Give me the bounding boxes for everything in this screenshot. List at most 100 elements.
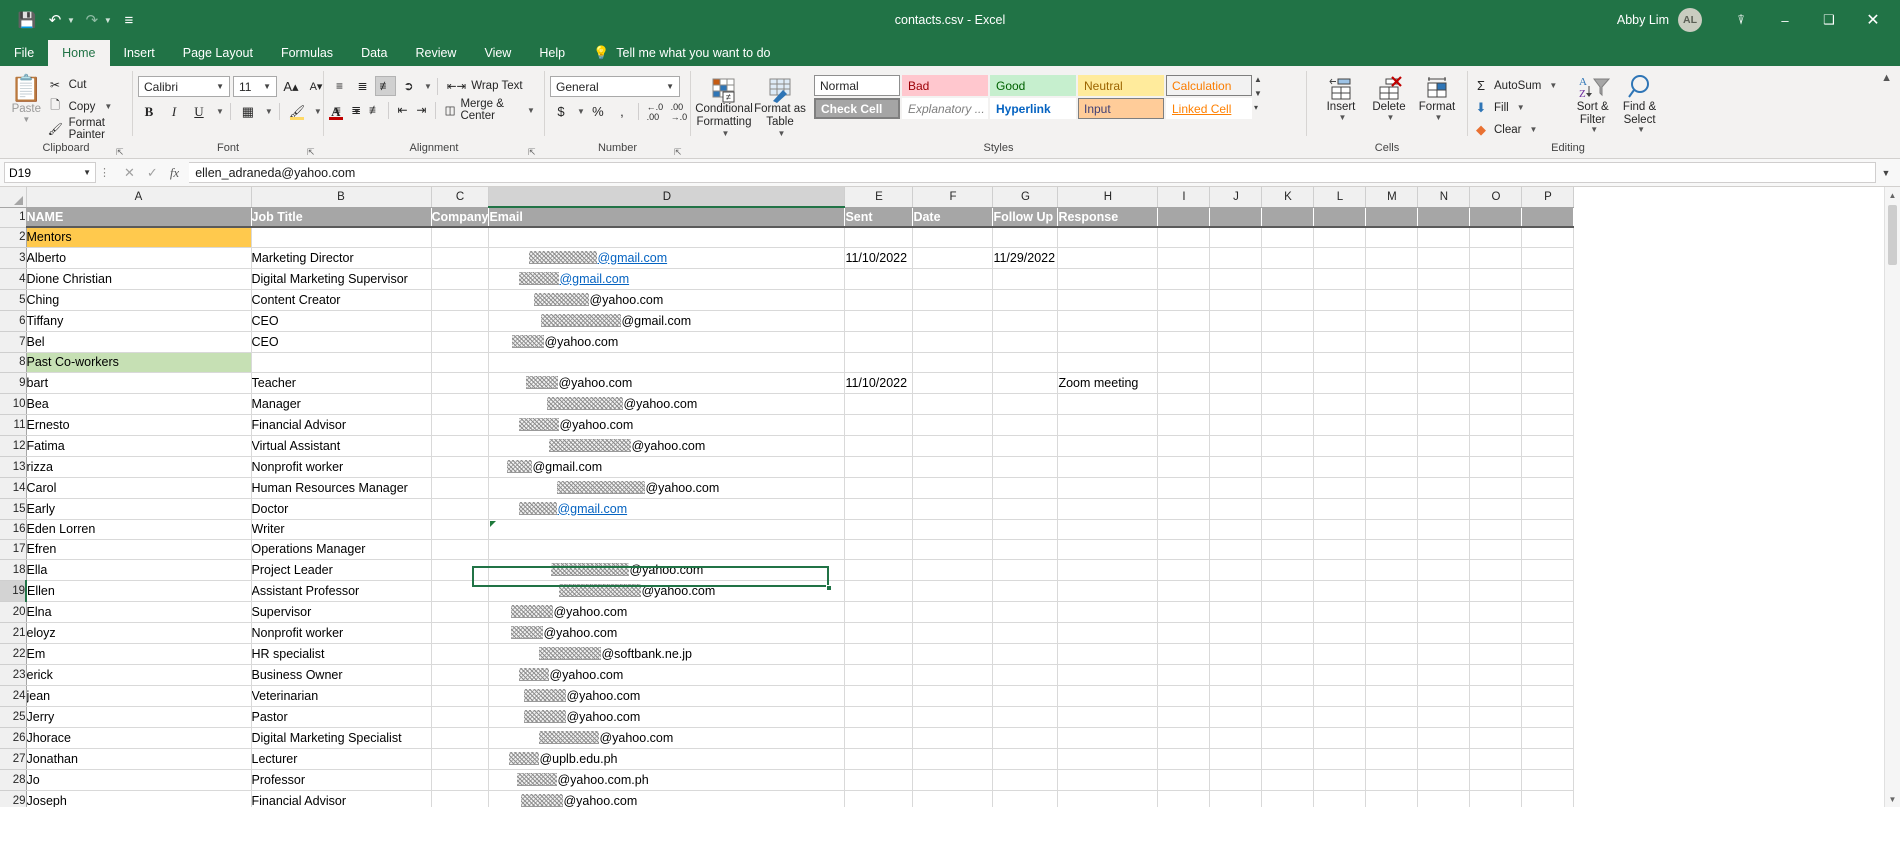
font-dialog-launcher-icon[interactable]: ⇱ <box>307 147 317 157</box>
cell-H25[interactable] <box>1057 706 1159 728</box>
style-explanatory[interactable]: Explanatory ... <box>902 98 988 119</box>
cell-A20[interactable]: Elna <box>26 601 252 623</box>
cell-O12[interactable] <box>1469 435 1523 457</box>
cell-O29[interactable] <box>1469 790 1523 807</box>
cell-J1[interactable] <box>1209 207 1263 228</box>
cell-N11[interactable] <box>1417 414 1471 436</box>
row-header-25[interactable]: 25 <box>0 706 27 728</box>
copy-button[interactable]: 🗋 Copy ▼ <box>48 97 127 116</box>
delete-cells-button[interactable]: Delete ▼ <box>1365 71 1413 122</box>
undo-icon[interactable]: ↶ <box>42 7 68 33</box>
cell-B15[interactable]: Doctor <box>251 498 432 520</box>
cell-D5[interactable]: @yahoo.com <box>488 289 846 311</box>
align-left-icon[interactable]: ≡ <box>329 100 346 120</box>
cell-O1[interactable] <box>1469 207 1523 228</box>
cell-N4[interactable] <box>1417 268 1471 290</box>
cell-J17[interactable] <box>1209 539 1263 560</box>
cell-H14[interactable] <box>1057 477 1159 499</box>
cell-E13[interactable] <box>844 456 914 478</box>
tab-data[interactable]: Data <box>347 40 401 66</box>
cell-D25[interactable]: @yahoo.com <box>488 706 846 728</box>
cell-K5[interactable] <box>1261 289 1315 311</box>
cell-O5[interactable] <box>1469 289 1523 311</box>
cell-L3[interactable] <box>1313 247 1367 269</box>
cell-K9[interactable] <box>1261 372 1315 394</box>
cell-H13[interactable] <box>1057 456 1159 478</box>
cell-A23[interactable]: erick <box>26 664 252 686</box>
cell-E15[interactable] <box>844 498 914 520</box>
cell-J29[interactable] <box>1209 790 1263 807</box>
find-select-button[interactable]: Find & Select ▼ <box>1616 71 1663 135</box>
cell-I17[interactable] <box>1157 539 1211 560</box>
cell-A22[interactable]: Em <box>26 643 252 665</box>
cell-C11[interactable] <box>431 414 490 436</box>
style-input[interactable]: Input <box>1078 98 1164 119</box>
cell-N9[interactable] <box>1417 372 1471 394</box>
cell-J7[interactable] <box>1209 331 1263 353</box>
cell-C24[interactable] <box>431 685 490 707</box>
cell-O16[interactable] <box>1469 519 1523 540</box>
cell-P8[interactable] <box>1521 352 1575 373</box>
cell-H7[interactable] <box>1057 331 1159 353</box>
cell-C14[interactable] <box>431 477 490 499</box>
cell-D14[interactable]: @yahoo.com <box>488 477 846 499</box>
cell-N28[interactable] <box>1417 769 1471 791</box>
cell-H29[interactable] <box>1057 790 1159 807</box>
cell-B28[interactable]: Professor <box>251 769 432 791</box>
cut-button[interactable]: ✂ Cut <box>48 75 127 94</box>
cell-M21[interactable] <box>1365 622 1419 644</box>
cell-K25[interactable] <box>1261 706 1315 728</box>
cell-J20[interactable] <box>1209 601 1263 623</box>
cell-D16[interactable] <box>488 519 846 540</box>
column-header-h[interactable]: H <box>1057 187 1159 208</box>
cell-A12[interactable]: Fatima <box>26 435 252 457</box>
cell-F6[interactable] <box>912 310 994 332</box>
cell-N17[interactable] <box>1417 539 1471 560</box>
insert-dropdown-icon[interactable]: ▼ <box>1339 113 1347 123</box>
cell-A24[interactable]: jean <box>26 685 252 707</box>
avatar[interactable]: AL <box>1678 8 1702 32</box>
delete-dropdown-icon[interactable]: ▼ <box>1387 113 1395 123</box>
cell-A4[interactable]: Dione Christian <box>26 268 252 290</box>
cell-B24[interactable]: Veterinarian <box>251 685 432 707</box>
cell-K22[interactable] <box>1261 643 1315 665</box>
cell-B21[interactable]: Nonprofit worker <box>251 622 432 644</box>
cell-A15[interactable]: Early <box>26 498 252 520</box>
cell-B7[interactable]: CEO <box>251 331 432 353</box>
cell-M25[interactable] <box>1365 706 1419 728</box>
cell-F19[interactable] <box>912 580 994 602</box>
cell-P20[interactable] <box>1521 601 1575 623</box>
cell-E19[interactable] <box>844 580 914 602</box>
cell-L19[interactable] <box>1313 580 1367 602</box>
cell-F15[interactable] <box>912 498 994 520</box>
column-header-f[interactable]: F <box>912 187 994 208</box>
cell-M22[interactable] <box>1365 643 1419 665</box>
cell-H26[interactable] <box>1057 727 1159 749</box>
style-normal[interactable]: Normal <box>814 75 900 96</box>
cell-O24[interactable] <box>1469 685 1523 707</box>
cell-C15[interactable] <box>431 498 490 520</box>
row-header-8[interactable]: 8 <box>0 352 27 373</box>
cell-O2[interactable] <box>1469 227 1523 248</box>
cell-G19[interactable] <box>992 580 1059 602</box>
cell-L4[interactable] <box>1313 268 1367 290</box>
cell-C28[interactable] <box>431 769 490 791</box>
cell-J19[interactable] <box>1209 580 1263 602</box>
cell-G14[interactable] <box>992 477 1059 499</box>
row-header-26[interactable]: 26 <box>0 727 27 749</box>
cell-H27[interactable] <box>1057 748 1159 770</box>
cell-M19[interactable] <box>1365 580 1419 602</box>
cell-B11[interactable]: Financial Advisor <box>251 414 432 436</box>
cell-C20[interactable] <box>431 601 490 623</box>
cell-K17[interactable] <box>1261 539 1315 560</box>
cell-C9[interactable] <box>431 372 490 394</box>
cell-I3[interactable] <box>1157 247 1211 269</box>
cell-O3[interactable] <box>1469 247 1523 269</box>
tab-formulas[interactable]: Formulas <box>267 40 347 66</box>
cell-F18[interactable] <box>912 559 994 581</box>
cell-G28[interactable] <box>992 769 1059 791</box>
currency-dropdown-icon[interactable]: ▼ <box>577 107 585 116</box>
merge-center-button[interactable]: ◫ Merge & Center ▼ <box>441 98 539 122</box>
column-header-b[interactable]: B <box>251 187 432 208</box>
cell-F28[interactable] <box>912 769 994 791</box>
